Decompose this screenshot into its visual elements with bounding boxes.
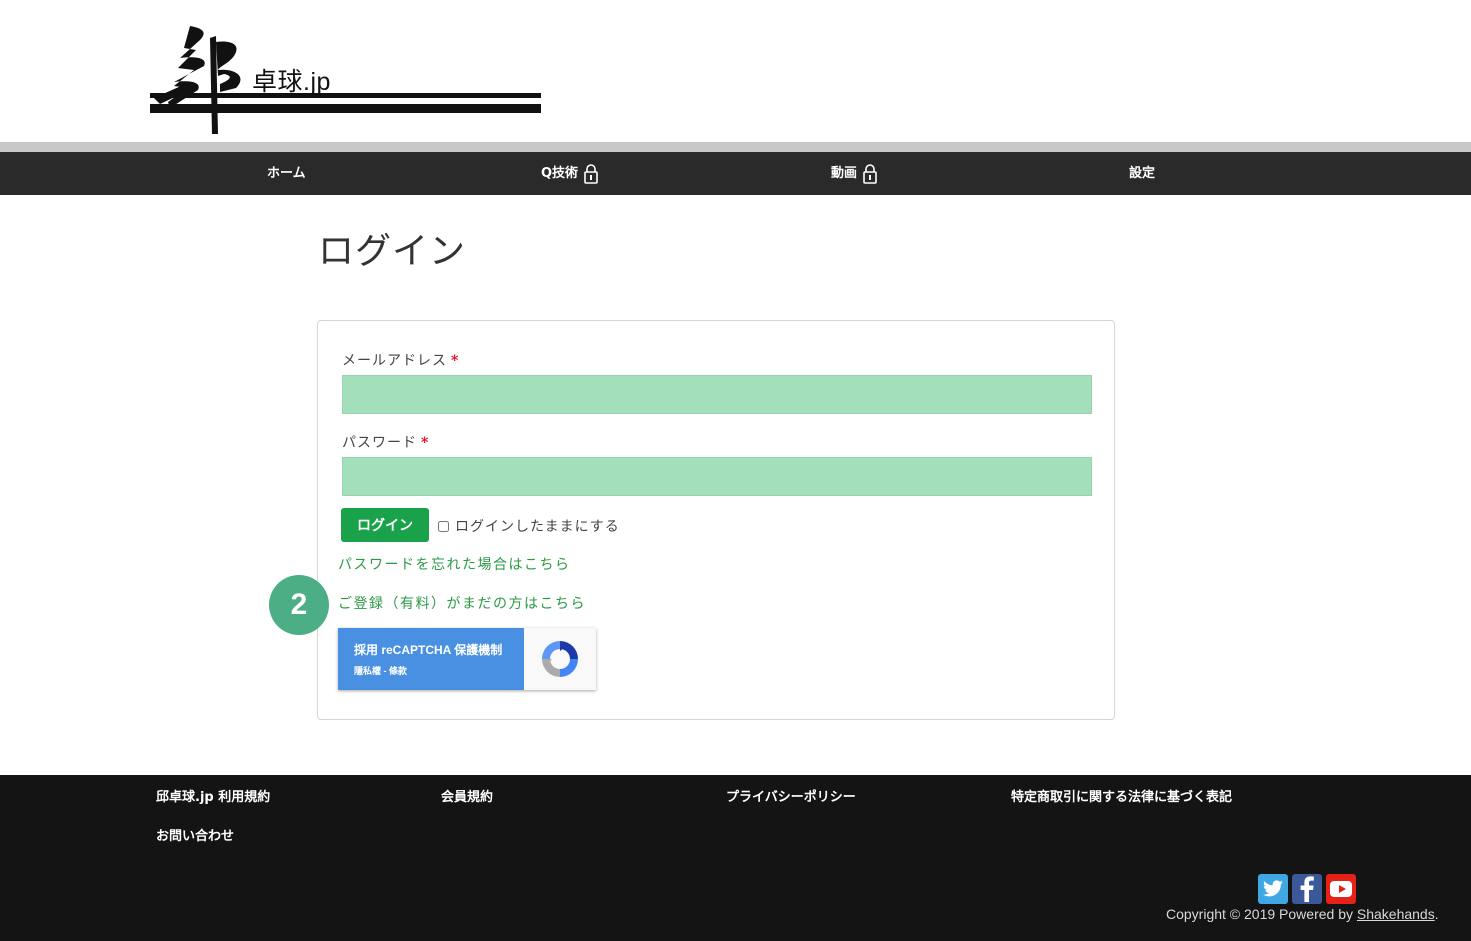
footer-link-privacy-policy[interactable]: プライバシーポリシー [726,786,856,805]
footer-link-contact[interactable]: お問い合わせ [156,825,234,844]
remember-me-label: ログインしたままにする [455,519,620,535]
page-title: ログイン [318,231,467,272]
footer-link-commercial-law[interactable]: 特定商取引に関する法律に基づく表記 [1011,786,1232,805]
register-link[interactable]: ご登録（有料）がまだの方はこちら [338,593,586,613]
nav-item-q-technique[interactable]: Q技術 [541,152,598,195]
facebook-icon[interactable] [1292,874,1322,904]
copyright-suffix: . [1434,906,1439,922]
site-footer: 邱卓球.jp 利用規約 会員規約 プライバシーポリシー 特定商取引に関する法律に… [0,775,1471,941]
lock-icon [863,163,877,184]
footer-link-member-terms[interactable]: 会員規約 [441,786,493,805]
logo-text: 卓球.jp [252,68,331,96]
remember-me-checkbox[interactable] [438,520,449,532]
email-label: メールアドレス * [342,350,459,370]
twitter-bird-glyph [1263,880,1283,897]
login-form: メールアドレス * パスワード * ログイン ログインしたままにする パスワードを忘… [317,320,1115,720]
password-field[interactable] [342,457,1092,496]
footer-link-terms[interactable]: 邱卓球.jp 利用規約 [156,786,270,805]
password-label-text: パスワード [342,435,417,451]
shakehands-link[interactable]: Shakehands [1357,906,1435,922]
twitter-icon[interactable] [1258,874,1288,904]
facebook-f-glyph [1300,876,1314,902]
nav-item-videos[interactable]: 動画 [831,152,877,195]
site-logo[interactable]: 卓球.jp [150,22,542,136]
nav-item-label: ホーム [267,166,306,181]
copyright: Copyright © 2019 Powered by Shakehands. [1166,906,1439,922]
recaptcha-icon [542,641,578,677]
header-divider [0,142,1471,152]
nav-item-home[interactable]: ホーム [267,152,306,195]
login-button[interactable]: ログイン [341,508,429,542]
youtube-play-glyph [1330,881,1352,897]
recaptcha-text: 採用 reCAPTCHA 保護機制 隱私權 - 條款 [338,628,524,690]
remember-me[interactable]: ログインしたままにする [438,516,620,536]
site-header: 卓球.jp [0,0,1471,142]
nav-item-label: 動画 [831,166,858,181]
main-nav: ホーム Q技術 動画 設定 [0,152,1471,195]
password-label: パスワード * [342,432,429,452]
youtube-icon[interactable] [1326,874,1356,904]
nav-item-settings[interactable]: 設定 [1129,152,1155,195]
step-badge: 2 [269,575,329,635]
email-label-text: メールアドレス [342,353,447,369]
logo-graphic [150,26,541,134]
required-mark: * [421,435,430,451]
recaptcha-title: 採用 reCAPTCHA 保護機制 [354,643,503,657]
recaptcha-badge[interactable]: 採用 reCAPTCHA 保護機制 隱私權 - 條款 [338,628,596,690]
forgot-password-link[interactable]: パスワードを忘れた場合はこちら [338,554,571,574]
required-mark: * [451,353,460,369]
email-field[interactable] [342,375,1092,414]
nav-item-label: Q技術 [541,166,579,181]
recaptcha-privacy-terms[interactable]: 隱私權 - 條款 [354,664,524,677]
recaptcha-logo [524,628,596,690]
nav-item-label: 設定 [1129,166,1156,181]
lock-icon [584,163,598,184]
copyright-text: Copyright © 2019 Powered by [1166,906,1357,922]
